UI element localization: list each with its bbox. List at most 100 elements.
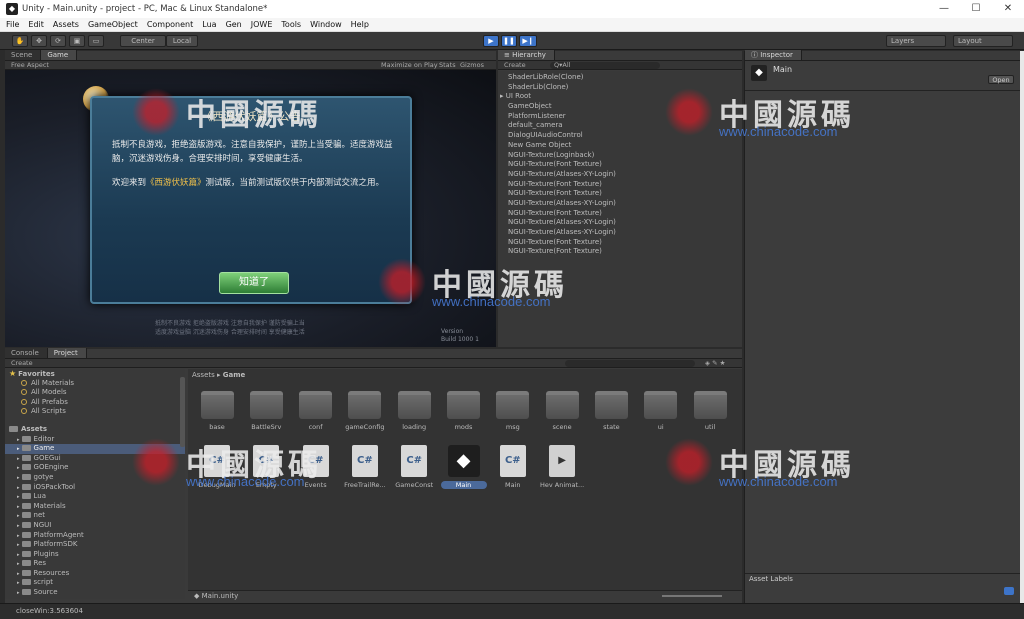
tree-scrollbar[interactable] xyxy=(180,377,185,447)
menu-lua[interactable]: Lua xyxy=(202,20,216,29)
ok-button[interactable]: 知道了 xyxy=(219,272,289,294)
asset-folder[interactable]: scene xyxy=(539,391,585,431)
asset-folder[interactable]: gameConfig xyxy=(342,391,388,431)
folder-tree-item[interactable]: ▸ Res xyxy=(5,559,185,569)
aspect-dropdown[interactable]: Free Aspect xyxy=(11,61,49,69)
hand-tool-icon[interactable]: ✋ xyxy=(12,35,28,47)
hierarchy-item[interactable]: NGUI-Texture(Loginback) xyxy=(498,151,742,161)
expand-arrow-icon[interactable]: ▸ xyxy=(17,456,20,462)
tab-inspector[interactable]: ⓘ Inspector xyxy=(745,50,802,60)
game-view[interactable]: 《西游伏妖篇》公告 抵制不良游戏，拒绝盗版游戏。注意自我保护，谨防上当受骗。适度… xyxy=(5,70,496,347)
hierarchy-item[interactable]: ▸ UI Root xyxy=(498,92,742,102)
folder-tree-item[interactable]: ▸ GOEGui xyxy=(5,454,185,464)
expand-arrow-icon[interactable]: ▸ xyxy=(17,580,20,586)
folder-tree-item[interactable]: ▸ Lua xyxy=(5,492,185,502)
asset-folder[interactable]: util xyxy=(687,391,733,431)
rect-tool-icon[interactable]: ▭ xyxy=(88,35,104,47)
expand-arrow-icon[interactable]: ▸ xyxy=(17,561,20,567)
asset-file[interactable]: ▶ Hev Animat... xyxy=(539,445,585,489)
tab-project[interactable]: Project xyxy=(47,348,87,358)
hierarchy-item[interactable]: NGUI-Texture(Atlases-XY-Login) xyxy=(498,199,742,209)
expand-arrow-icon[interactable]: ▸ xyxy=(17,475,20,481)
favorite-item[interactable]: All Models xyxy=(5,388,185,398)
menu-tools[interactable]: Tools xyxy=(281,20,301,29)
favorites-header[interactable]: ★ Favorites xyxy=(5,369,185,379)
expand-arrow-icon[interactable]: ▸ xyxy=(17,513,20,519)
folder-tree-item[interactable]: ▸ iOSPackTool xyxy=(5,483,185,493)
asset-folder[interactable]: loading xyxy=(391,391,437,431)
hierarchy-item[interactable]: NGUI-Texture(Atlases-XY-Login) xyxy=(498,170,742,180)
gizmos-toggle[interactable]: Gizmos xyxy=(460,61,484,70)
expand-arrow-icon[interactable]: ▸ xyxy=(17,504,20,510)
menu-assets[interactable]: Assets xyxy=(53,20,79,29)
asset-file[interactable]: C# Events xyxy=(293,445,339,489)
folder-tree-item[interactable]: ▸ Plugins xyxy=(5,550,185,560)
open-button[interactable]: Open xyxy=(988,75,1014,84)
menu-file[interactable]: File xyxy=(6,20,19,29)
hierarchy-item[interactable]: NGUI-Texture(Font Texture) xyxy=(498,160,742,170)
tab-scene[interactable]: Scene xyxy=(5,50,42,60)
expand-arrow-icon[interactable]: ▸ xyxy=(17,446,20,452)
folder-tree-item[interactable]: ▸ NGUI xyxy=(5,521,185,531)
hierarchy-item[interactable]: NGUI-Texture(Font Texture) xyxy=(498,180,742,190)
scale-tool-icon[interactable]: ▣ xyxy=(69,35,85,47)
tab-hierarchy[interactable]: ≡ Hierarchy xyxy=(498,50,555,60)
folder-tree-item[interactable]: ▸ PlatformAgent xyxy=(5,531,185,541)
asset-folder[interactable]: msg xyxy=(490,391,536,431)
maximize-button[interactable]: ☐ xyxy=(960,0,992,18)
folder-tree-item[interactable]: ▸ PlatformSDK xyxy=(5,540,185,550)
stats-toggle[interactable]: Stats xyxy=(439,61,456,70)
close-button[interactable]: ✕ xyxy=(992,0,1024,18)
hierarchy-item[interactable]: NGUI-Texture(Font Texture) xyxy=(498,189,742,199)
asset-folder[interactable]: state xyxy=(588,391,634,431)
expand-arrow-icon[interactable]: ▸ xyxy=(17,465,20,471)
folder-tree-item[interactable]: ▸ net xyxy=(5,511,185,521)
menu-gen[interactable]: Gen xyxy=(226,20,242,29)
folder-tree-item[interactable]: ▸ Resources xyxy=(5,569,185,579)
expand-arrow-icon[interactable]: ▸ xyxy=(17,533,20,539)
expand-arrow-icon[interactable]: ▸ xyxy=(17,542,20,548)
create-dropdown[interactable]: Create xyxy=(504,61,526,69)
asset-file[interactable]: C# Empty xyxy=(243,445,289,489)
minimize-button[interactable]: — xyxy=(928,0,960,18)
tab-console[interactable]: Console xyxy=(5,348,48,358)
hierarchy-item[interactable]: default_camera xyxy=(498,121,742,131)
hierarchy-item[interactable]: GameObject xyxy=(498,102,742,112)
rotate-tool-icon[interactable]: ⟳ xyxy=(50,35,66,47)
hierarchy-item[interactable]: ShaderLib(Clone) xyxy=(498,83,742,93)
asset-file[interactable]: C# DebugMain xyxy=(194,445,240,489)
favorite-item[interactable]: All Prefabs xyxy=(5,398,185,408)
breadcrumb-item[interactable]: Assets xyxy=(192,371,215,379)
pause-button[interactable]: ❚❚ xyxy=(501,35,517,47)
assets-header[interactable]: Assets xyxy=(5,425,185,435)
folder-tree-item[interactable]: ▸ script xyxy=(5,578,185,588)
folder-tree-item[interactable]: ▸ Game xyxy=(5,444,185,454)
pivot-local-button[interactable]: Local xyxy=(166,35,198,47)
filter-icon[interactable]: ◈ ✎ ★ xyxy=(705,359,725,368)
expand-arrow-icon[interactable]: ▸ xyxy=(17,437,20,443)
asset-file[interactable]: C# FreeTrailRe... xyxy=(342,445,388,489)
hierarchy-item[interactable]: NGUI-Texture(Font Texture) xyxy=(498,209,742,219)
hierarchy-item[interactable]: NGUI-Texture(Font Texture) xyxy=(498,247,742,257)
hierarchy-item[interactable]: DialogUIAudioControl xyxy=(498,131,742,141)
menu-gameobject[interactable]: GameObject xyxy=(88,20,138,29)
tab-game[interactable]: Game xyxy=(41,50,78,60)
menu-jowe[interactable]: JOWE xyxy=(251,20,273,29)
expand-arrow-icon[interactable]: ▸ xyxy=(17,571,20,577)
icon-size-slider[interactable] xyxy=(662,595,722,597)
breadcrumb-item[interactable]: Game xyxy=(223,371,246,379)
asset-file[interactable]: C# Main xyxy=(490,445,536,489)
hierarchy-item[interactable]: New Game Object xyxy=(498,141,742,151)
menu-help[interactable]: Help xyxy=(351,20,369,29)
step-button[interactable]: ▶❙ xyxy=(519,35,537,47)
maximize-on-play-toggle[interactable]: Maximize on Play xyxy=(381,61,438,70)
asset-folder[interactable]: BattleSrv xyxy=(243,391,289,431)
folder-tree-item[interactable]: ▸ Editor xyxy=(5,435,185,445)
hierarchy-item[interactable]: NGUI-Texture(Font Texture) xyxy=(498,238,742,248)
expand-arrow-icon[interactable]: ▸ xyxy=(17,494,20,500)
create-dropdown[interactable]: Create xyxy=(11,359,33,367)
hierarchy-item[interactable]: ShaderLibRole(Clone) xyxy=(498,73,742,83)
expand-arrow-icon[interactable]: ▸ xyxy=(17,590,20,596)
favorite-item[interactable]: All Scripts xyxy=(5,407,185,417)
asset-folder[interactable]: base xyxy=(194,391,240,431)
